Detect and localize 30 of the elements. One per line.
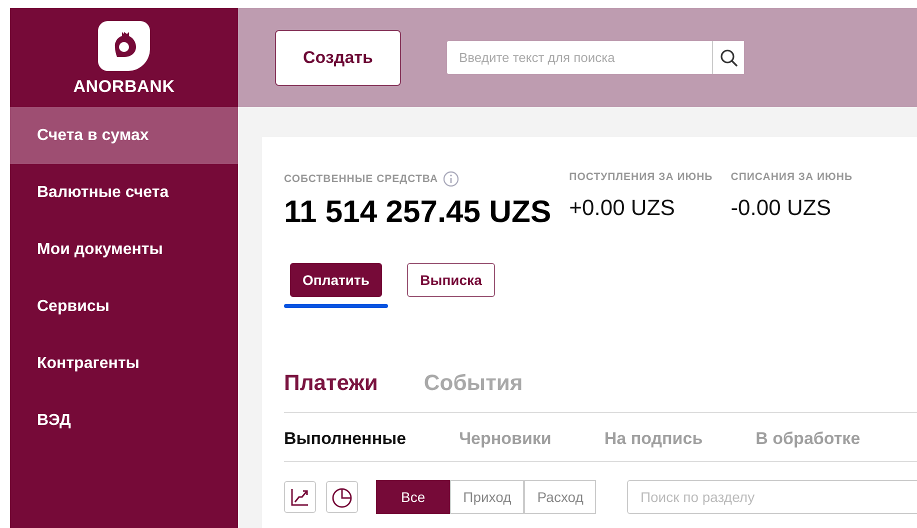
filter-button[interactable]: Приход <box>450 480 524 514</box>
stat-label: СПИСАНИЯ ЗА ИЮНЬ <box>730 171 852 183</box>
search-icon <box>720 48 738 66</box>
stat-value: 11 514 257.45 UZS <box>284 194 552 230</box>
sidebar-item[interactable]: Счета в сумах <box>10 107 238 164</box>
stat-value: +0.00 UZS <box>569 195 676 221</box>
logo-icon <box>96 18 152 70</box>
stat-label: СОБСТВЕННЫЕ СРЕДСТВА <box>284 173 438 185</box>
brand-name: ANORBANK <box>73 76 175 96</box>
stat-value: -0.00 UZS <box>730 195 832 221</box>
pie-chart-button[interactable] <box>326 481 358 513</box>
tab[interactable]: Платежи <box>284 370 378 396</box>
create-button[interactable]: Создать <box>275 30 401 86</box>
filter-button[interactable]: Все <box>376 480 450 514</box>
filter-button[interactable]: Расход <box>524 480 596 514</box>
search-button[interactable] <box>712 41 744 74</box>
statement-button[interactable]: Выписка <box>407 263 495 297</box>
sidebar-item[interactable]: Контрагенты <box>10 335 238 392</box>
trend-icon <box>290 487 310 507</box>
stat-label: ПОСТУПЛЕНИЯ ЗА ИЮНЬ <box>569 171 713 183</box>
sidebar-item[interactable]: Сервисы <box>10 278 238 335</box>
sidebar-item[interactable]: ВЭД <box>10 392 238 449</box>
search-field[interactable]: Введите текст для поиска <box>447 41 712 74</box>
chart-button[interactable] <box>284 481 316 513</box>
section-search-field[interactable]: Поиск по разделу <box>627 480 917 514</box>
pie-chart-icon <box>331 486 353 508</box>
sidebar-item[interactable]: Мои документы <box>10 221 238 278</box>
pay-button[interactable]: Оплатить <box>290 263 382 297</box>
sidebar-item[interactable]: Валютные счета <box>10 164 238 221</box>
subtab[interactable]: Выполненные <box>284 429 406 449</box>
